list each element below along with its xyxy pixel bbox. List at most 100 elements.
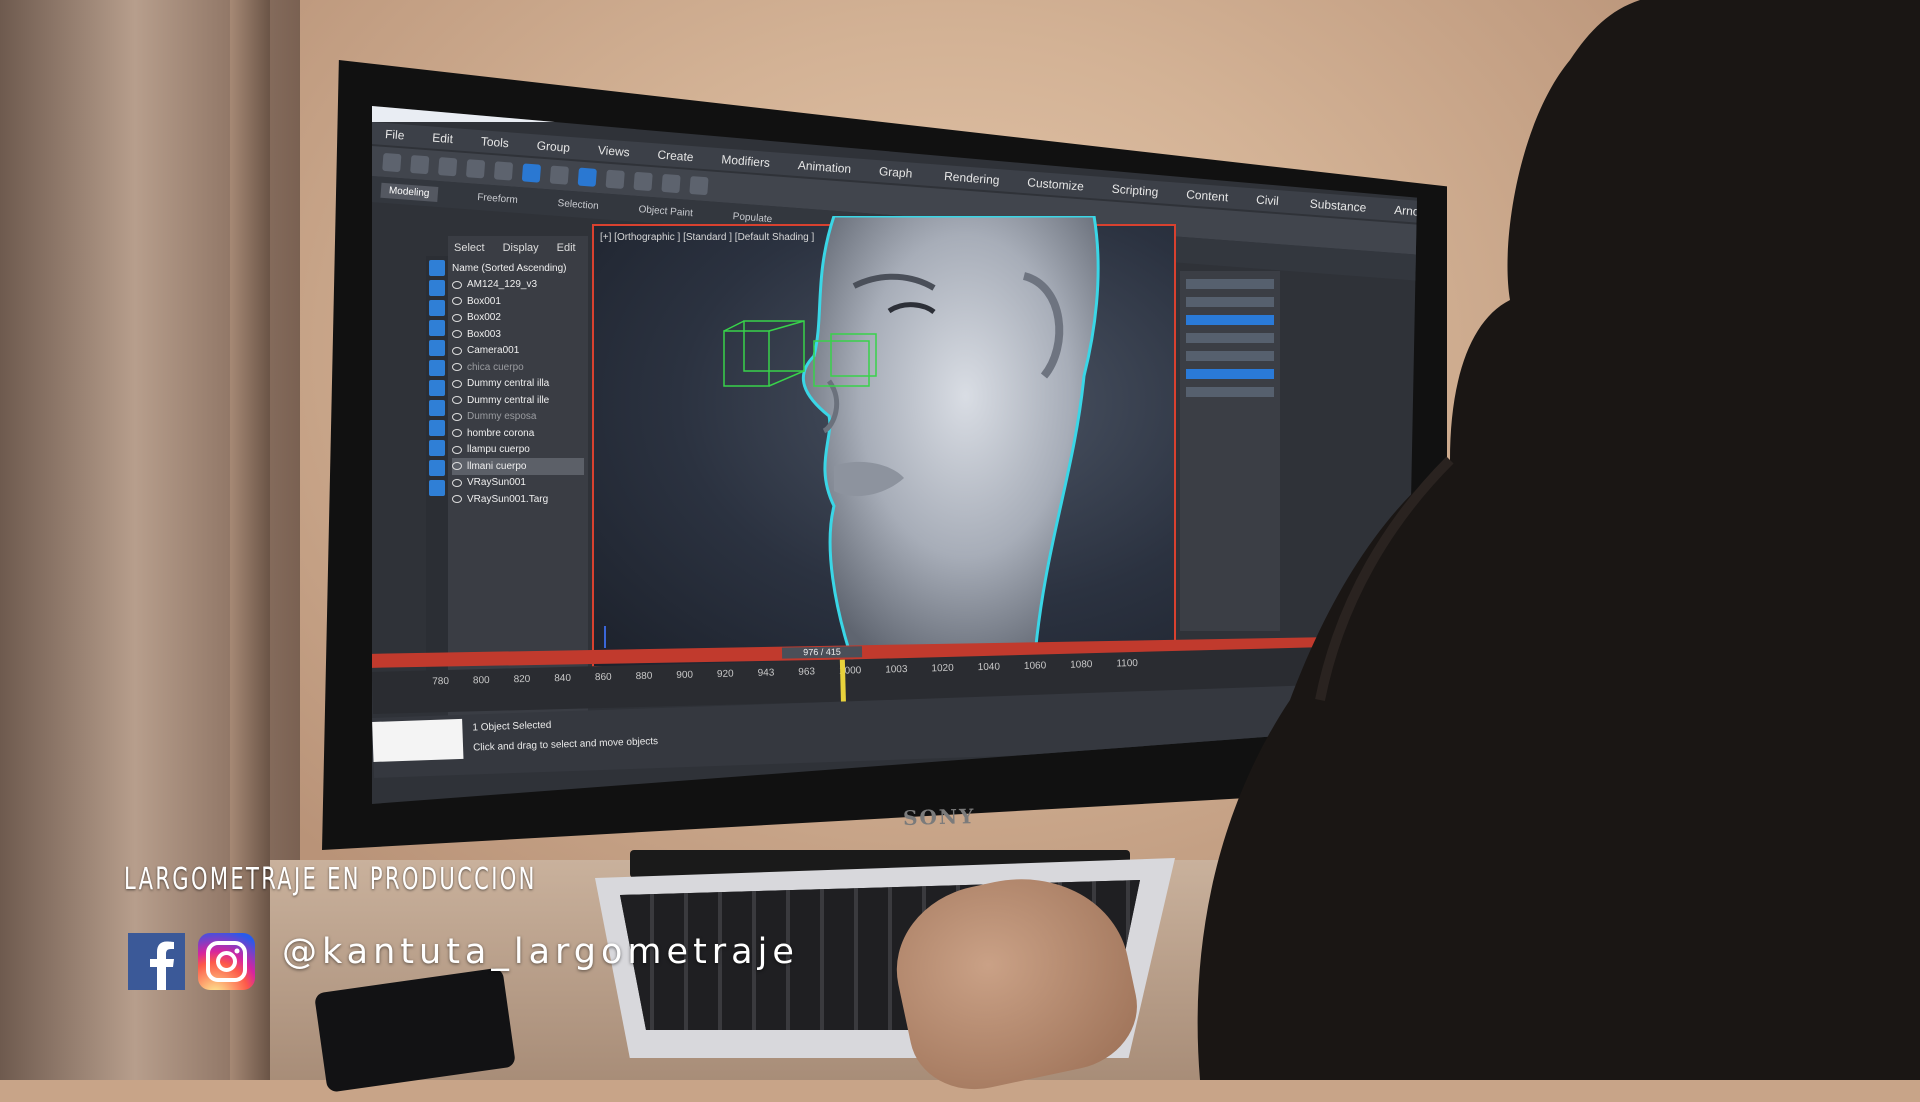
scene-list-header[interactable]: Name (Sorted Ascending) bbox=[452, 260, 584, 277]
scene-list-item[interactable]: hombre corona bbox=[452, 425, 584, 442]
unlink-icon[interactable] bbox=[465, 159, 486, 179]
scene-item-label: Dummy central ille bbox=[467, 394, 550, 406]
ribbon-tab[interactable]: Selection bbox=[557, 198, 599, 212]
visibility-eye-icon[interactable] bbox=[452, 313, 462, 322]
visibility-eye-icon[interactable] bbox=[452, 445, 462, 454]
green-box-helpers[interactable] bbox=[719, 316, 889, 406]
region-select-icon[interactable] bbox=[549, 165, 569, 185]
frame-tick-label: 943 bbox=[757, 667, 775, 679]
visibility-eye-icon[interactable] bbox=[452, 478, 462, 487]
select-icon[interactable] bbox=[521, 163, 542, 183]
instagram-icon[interactable] bbox=[198, 933, 255, 990]
angle-snap-icon[interactable] bbox=[689, 175, 709, 196]
visibility-eye-icon[interactable] bbox=[452, 330, 462, 339]
frozen-icon[interactable] bbox=[429, 460, 445, 476]
geometry-icon[interactable] bbox=[429, 280, 445, 296]
menu-item[interactable]: Customize bbox=[1027, 171, 1085, 197]
scene-list-item[interactable]: chica cuerpo bbox=[452, 359, 584, 376]
scene-item-label: Box001 bbox=[467, 295, 501, 307]
xref-icon[interactable] bbox=[429, 400, 445, 416]
scene-list-item[interactable]: Camera001 bbox=[452, 343, 584, 360]
status-prompt: Click and drag to select and move object… bbox=[472, 736, 659, 754]
redo-icon[interactable] bbox=[410, 154, 430, 175]
scene-item-label: llmani cuerpo bbox=[467, 460, 527, 472]
scene-item-label: hombre corona bbox=[467, 427, 535, 439]
light-icon[interactable] bbox=[429, 300, 445, 316]
menu-item[interactable]: Rendering bbox=[943, 165, 1000, 191]
scene-list-item[interactable]: Dummy central illa bbox=[452, 376, 584, 393]
facebook-icon[interactable] bbox=[128, 933, 185, 990]
scene-list-item[interactable]: llampu cuerpo bbox=[452, 442, 584, 459]
time-slider[interactable]: 976 / 415 bbox=[781, 646, 863, 659]
visibility-eye-icon[interactable] bbox=[452, 280, 462, 289]
scene-list-item[interactable]: Dummy esposa bbox=[452, 409, 584, 426]
link-icon[interactable] bbox=[438, 157, 458, 177]
snap-icon[interactable] bbox=[661, 173, 681, 194]
group-icon[interactable] bbox=[429, 380, 445, 396]
visibility-eye-icon[interactable] bbox=[452, 297, 462, 306]
scene-tab[interactable]: Display bbox=[503, 242, 539, 254]
hidden-icon[interactable] bbox=[429, 480, 445, 496]
scene-tab[interactable]: Select bbox=[454, 242, 485, 254]
spacewarp-icon[interactable] bbox=[429, 360, 445, 376]
menu-item[interactable]: Tools bbox=[480, 130, 510, 154]
camera-icon[interactable] bbox=[429, 320, 445, 336]
scene-tab[interactable]: Edit bbox=[557, 242, 576, 254]
visibility-eye-icon[interactable] bbox=[452, 412, 462, 421]
scene-list-item[interactable]: Box003 bbox=[452, 326, 584, 343]
ribbon-tab[interactable]: Freeform bbox=[477, 191, 518, 205]
scene-list: Name (Sorted Ascending) AM124_129_v3 Box0… bbox=[448, 260, 588, 508]
maxscript-listener[interactable] bbox=[372, 718, 464, 762]
menu-item[interactable]: File bbox=[384, 123, 405, 146]
scene-item-label: Box002 bbox=[467, 312, 501, 324]
menu-item[interactable]: Views bbox=[597, 139, 630, 163]
visibility-eye-icon[interactable] bbox=[452, 396, 462, 405]
helper-icon[interactable] bbox=[429, 340, 445, 356]
bind-icon[interactable] bbox=[493, 161, 514, 181]
frame-tick-label: 880 bbox=[635, 670, 653, 683]
playhead[interactable] bbox=[839, 659, 846, 702]
viewport-label[interactable]: [+] [Orthographic ] [Standard ] [Default… bbox=[600, 232, 814, 243]
scene-list-item[interactable]: Box001 bbox=[452, 293, 584, 310]
visibility-eye-icon[interactable] bbox=[452, 363, 462, 372]
visibility-eye-icon[interactable] bbox=[452, 379, 462, 388]
frame-tick-label: 1060 bbox=[1023, 660, 1047, 672]
move-icon[interactable] bbox=[577, 167, 597, 187]
scale-icon[interactable] bbox=[633, 171, 653, 192]
scene-list-item[interactable]: Dummy central ille bbox=[452, 392, 584, 409]
menu-item[interactable]: Edit bbox=[432, 127, 454, 150]
menu-item[interactable]: Create bbox=[657, 144, 695, 169]
frame-tick-label: 800 bbox=[472, 674, 490, 687]
orthographic-viewport[interactable]: [+] [Orthographic ] [Standard ] [Default… bbox=[592, 216, 1176, 668]
scene-list-item[interactable]: AM124_129_v3 bbox=[452, 277, 584, 294]
frame-tick-label: 900 bbox=[676, 669, 694, 682]
visibility-eye-icon[interactable] bbox=[452, 346, 462, 355]
menu-item[interactable]: Group bbox=[536, 134, 571, 158]
frame-tick-label: 1003 bbox=[885, 663, 908, 676]
scene-list-item[interactable]: llmani cuerpo bbox=[452, 458, 584, 475]
rotate-icon[interactable] bbox=[605, 169, 625, 189]
visibility-eye-icon[interactable] bbox=[452, 429, 462, 438]
visibility-eye-icon[interactable] bbox=[452, 462, 462, 471]
menu-item[interactable]: Modifiers bbox=[721, 148, 771, 174]
bone-icon[interactable] bbox=[429, 420, 445, 436]
undo-icon[interactable] bbox=[382, 152, 402, 173]
ribbon-tab[interactable]: Object Paint bbox=[638, 204, 693, 219]
menu-item[interactable]: Animation bbox=[797, 154, 852, 180]
scene-list-item[interactable]: VRaySun001.Targ bbox=[452, 491, 584, 508]
scene-item-label: chica cuerpo bbox=[467, 361, 524, 373]
social-handle[interactable]: @kantuta_largometraje bbox=[282, 932, 799, 972]
container-icon[interactable] bbox=[429, 440, 445, 456]
door-frame bbox=[230, 0, 270, 1080]
frame-tick-label: 780 bbox=[432, 675, 450, 688]
visibility-eye-icon[interactable] bbox=[452, 495, 462, 504]
frame-tick-label: 1080 bbox=[1070, 659, 1093, 671]
filter-icon[interactable] bbox=[429, 260, 445, 276]
character-head-model bbox=[801, 216, 1100, 666]
scene-item-label: Camera001 bbox=[467, 345, 520, 357]
scene-list-item[interactable]: Box002 bbox=[452, 310, 584, 327]
menu-item[interactable]: Graph Editors bbox=[877, 160, 917, 203]
ribbon-tab[interactable]: Modeling bbox=[380, 182, 438, 202]
ribbon-tab[interactable]: Populate bbox=[732, 211, 772, 225]
scene-list-item[interactable]: VRaySun001 bbox=[452, 475, 584, 492]
